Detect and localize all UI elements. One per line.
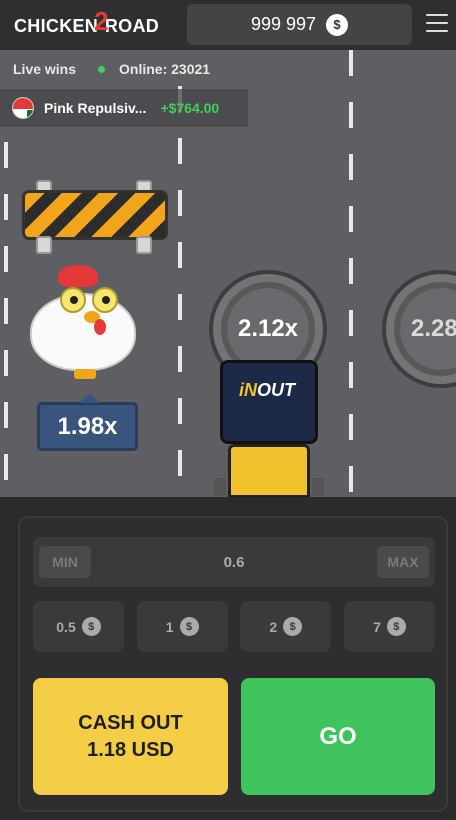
game-road: Live wins Online: 23021 Pink Repulsiv...…	[0, 50, 456, 497]
quick-bet-button[interactable]: 7 $	[343, 601, 435, 652]
cash-out-label: CASH OUT	[78, 711, 183, 734]
bet-amount-field[interactable]: MIN 0.6 MAX	[33, 537, 435, 587]
quick-bet-label: 1	[165, 618, 174, 635]
win-amount: +$764.00	[160, 100, 220, 116]
min-bet-button[interactable]: MIN	[39, 546, 91, 578]
quick-bet-label: 0.5	[56, 618, 76, 635]
pakistan-flag-icon	[12, 97, 34, 119]
balance-amount: 999 997	[250, 14, 317, 34]
online-count: Online: 23021	[119, 61, 211, 77]
top-bar: CHICKEN 2 ROAD 999 997 $	[0, 0, 456, 50]
next-multiplier-manhole[interactable]: 2.28x	[382, 270, 456, 388]
player-name: Pink Repulsiv...	[44, 100, 147, 116]
live-win-entry: Pink Repulsiv... +$764.00	[0, 89, 248, 127]
go-button[interactable]: GO	[241, 678, 435, 795]
bet-amount-value[interactable]: 0.6	[224, 554, 245, 571]
quick-bet-button[interactable]: 0.5 $	[33, 601, 124, 652]
hamburger-menu-icon[interactable]	[426, 14, 448, 34]
online-dot-icon	[98, 65, 106, 73]
road-barrier-icon	[22, 180, 168, 256]
lane-divider	[349, 50, 353, 497]
quick-bet-button[interactable]: 2 $	[240, 601, 332, 652]
max-bet-button[interactable]: MAX	[376, 546, 429, 578]
logo: CHICKEN 2 ROAD	[14, 6, 160, 40]
chicken-character-icon	[30, 265, 142, 381]
dollar-coin-icon: $	[386, 617, 406, 636]
logo-right-text: ROAD	[104, 15, 160, 36]
dollar-coin-icon: $	[326, 13, 349, 36]
quick-bet-label: 2	[269, 618, 278, 635]
live-stats-bar: Live wins Online: 23021	[0, 50, 456, 88]
quick-bet-label: 7	[373, 618, 381, 635]
logo-left-text: CHICKEN	[14, 15, 99, 36]
dollar-coin-icon: $	[283, 617, 303, 636]
game-app: CHICKEN 2 ROAD 999 997 $ Live wins Onlin…	[0, 0, 456, 820]
logo-number: 2	[94, 5, 109, 36]
quick-bet-row: 0.5 $ 1 $ 2 $ 7 $	[33, 601, 435, 652]
dollar-coin-icon: $	[81, 617, 101, 636]
cash-out-amount: 1.18 USD	[87, 738, 174, 761]
truck-icon: iNOUT	[214, 360, 324, 497]
bet-panel: MIN 0.6 MAX 0.5 $ 1 $ 2 $ 7 $ CASH OUT 1…	[18, 516, 448, 812]
live-wins-label: Live wins	[13, 61, 77, 77]
lane-divider	[178, 86, 182, 497]
dollar-coin-icon: $	[179, 617, 199, 636]
current-multiplier-tag: 1.98x	[37, 393, 138, 451]
balance-display: 999 997 $	[187, 4, 412, 45]
truck-brand-text: iNOUT	[239, 380, 295, 400]
lane-divider	[4, 142, 8, 497]
quick-bet-button[interactable]: 1 $	[136, 601, 228, 652]
cash-out-button[interactable]: CASH OUT 1.18 USD	[33, 678, 228, 795]
